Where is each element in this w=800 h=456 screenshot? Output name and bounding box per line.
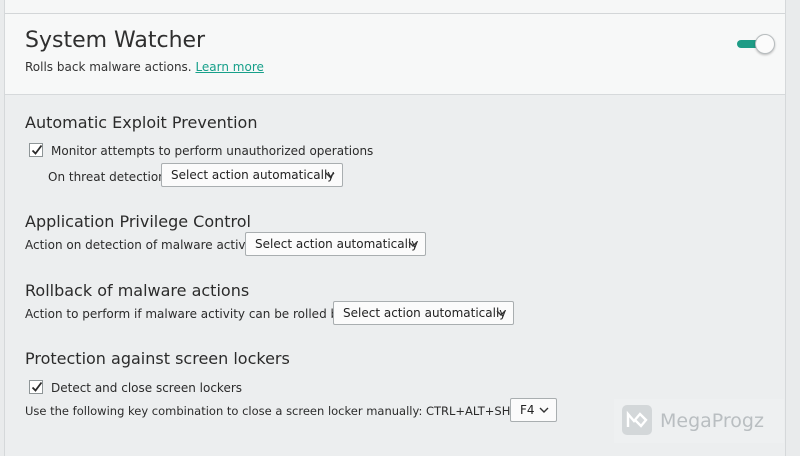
dropdown-value: Select action automatically bbox=[171, 168, 335, 182]
malware-detection-dropdown[interactable]: Select action automatically bbox=[245, 232, 426, 256]
watermark-text: MegaProgz bbox=[660, 410, 764, 432]
malware-detection-label: Action on detection of malware activity: bbox=[25, 238, 264, 252]
megaprogz-logo-icon bbox=[622, 405, 652, 435]
key-combination-label: Use the following key combination to clo… bbox=[25, 404, 537, 418]
watermark: MegaProgz bbox=[614, 399, 784, 443]
chevron-down-icon bbox=[408, 241, 418, 247]
system-watcher-toggle[interactable] bbox=[737, 34, 775, 54]
section-title-privilege-control: Application Privilege Control bbox=[25, 212, 251, 231]
dropdown-value: Select action automatically bbox=[255, 237, 419, 251]
section-title-rollback: Rollback of malware actions bbox=[25, 281, 250, 300]
checkmark-icon bbox=[31, 144, 43, 155]
dropdown-value: Select action automatically bbox=[343, 306, 507, 320]
rollback-action-label: Action to perform if malware activity ca… bbox=[25, 307, 364, 321]
threat-detection-dropdown[interactable]: Select action automatically bbox=[161, 163, 343, 187]
chevron-down-icon bbox=[539, 407, 549, 413]
section-title-screen-lockers: Protection against screen lockers bbox=[25, 349, 290, 368]
section-title-exploit-prevention: Automatic Exploit Prevention bbox=[25, 113, 258, 132]
settings-window: System Watcher Rolls back malware action… bbox=[4, 0, 786, 456]
subtitle-text: Rolls back malware actions. bbox=[25, 60, 192, 74]
header-panel: System Watcher Rolls back malware action… bbox=[5, 14, 785, 95]
chevron-down-icon bbox=[325, 172, 335, 178]
learn-more-link[interactable]: Learn more bbox=[195, 60, 263, 74]
key-combination-dropdown[interactable]: F4 bbox=[510, 398, 557, 422]
dropdown-value: F4 bbox=[520, 403, 535, 417]
detect-screen-lockers-checkbox[interactable] bbox=[29, 380, 43, 394]
threat-detection-label: On threat detection: bbox=[48, 170, 170, 184]
page-subtitle: Rolls back malware actions. Learn more bbox=[25, 60, 264, 74]
detect-screen-lockers-label: Detect and close screen lockers bbox=[51, 381, 243, 395]
top-strip bbox=[5, 0, 785, 14]
monitor-attempts-checkbox[interactable] bbox=[29, 143, 43, 157]
page-title: System Watcher bbox=[25, 28, 206, 53]
rollback-action-dropdown[interactable]: Select action automatically bbox=[333, 301, 514, 325]
monitor-attempts-label: Monitor attempts to perform unauthorized… bbox=[51, 144, 374, 158]
checkmark-icon bbox=[31, 381, 43, 392]
toggle-knob bbox=[755, 34, 775, 54]
chevron-down-icon bbox=[496, 310, 506, 316]
